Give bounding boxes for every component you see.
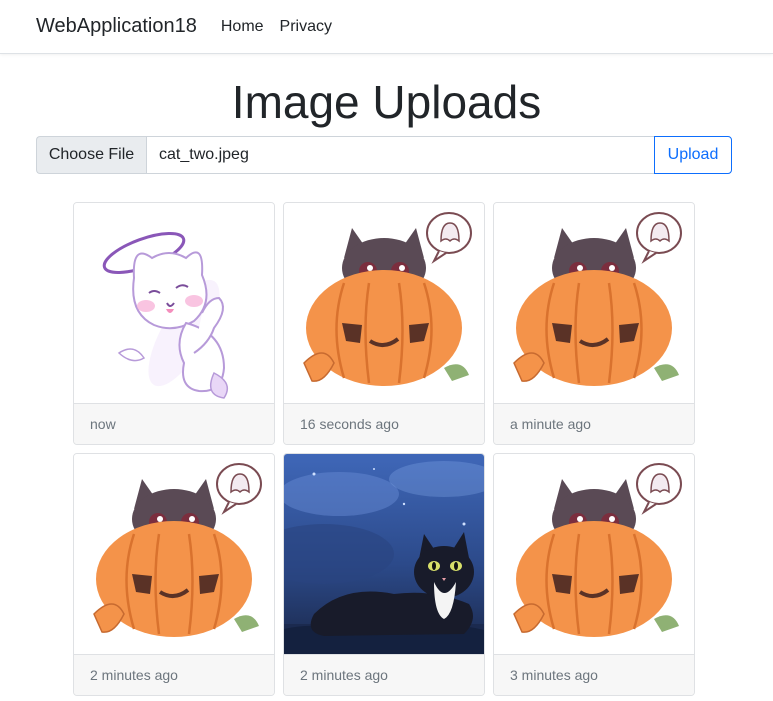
image-grid: now 16 seconds ago a minute ago 2 minute…: [73, 202, 695, 696]
upload-time: 2 minutes ago: [284, 654, 484, 695]
pumpkin-cat-icon[interactable]: [494, 203, 694, 403]
upload-time: 2 minutes ago: [74, 654, 274, 695]
pumpkin-cat-icon[interactable]: [494, 454, 694, 654]
night-cat-icon[interactable]: [284, 454, 484, 654]
nav-link-home[interactable]: Home: [221, 18, 264, 36]
pumpkin-cat-icon[interactable]: [74, 454, 274, 654]
image-card: 3 minutes ago: [493, 453, 695, 696]
choose-file-button[interactable]: Choose File: [36, 136, 146, 174]
angel-cat-icon[interactable]: [74, 203, 274, 403]
brand-link[interactable]: WebApplication18: [36, 15, 197, 38]
upload-time: a minute ago: [494, 403, 694, 444]
nav-link-privacy[interactable]: Privacy: [280, 18, 332, 36]
upload-time: now: [74, 403, 274, 444]
pumpkin-cat-icon[interactable]: [284, 203, 484, 403]
image-card: 2 minutes ago: [73, 453, 275, 696]
file-name-field[interactable]: cat_two.jpeg: [146, 136, 654, 174]
page-title: Image Uploads: [231, 76, 542, 128]
upload-time: 3 minutes ago: [494, 654, 694, 695]
upload-time: 16 seconds ago: [284, 403, 484, 444]
navbar: WebApplication18 Home Privacy: [0, 0, 773, 54]
image-card: 16 seconds ago: [283, 202, 485, 445]
image-card: now: [73, 202, 275, 445]
upload-form: Choose File cat_two.jpeg Upload: [36, 136, 732, 174]
image-card: a minute ago: [493, 202, 695, 445]
upload-button[interactable]: Upload: [654, 136, 732, 174]
image-card: 2 minutes ago: [283, 453, 485, 696]
